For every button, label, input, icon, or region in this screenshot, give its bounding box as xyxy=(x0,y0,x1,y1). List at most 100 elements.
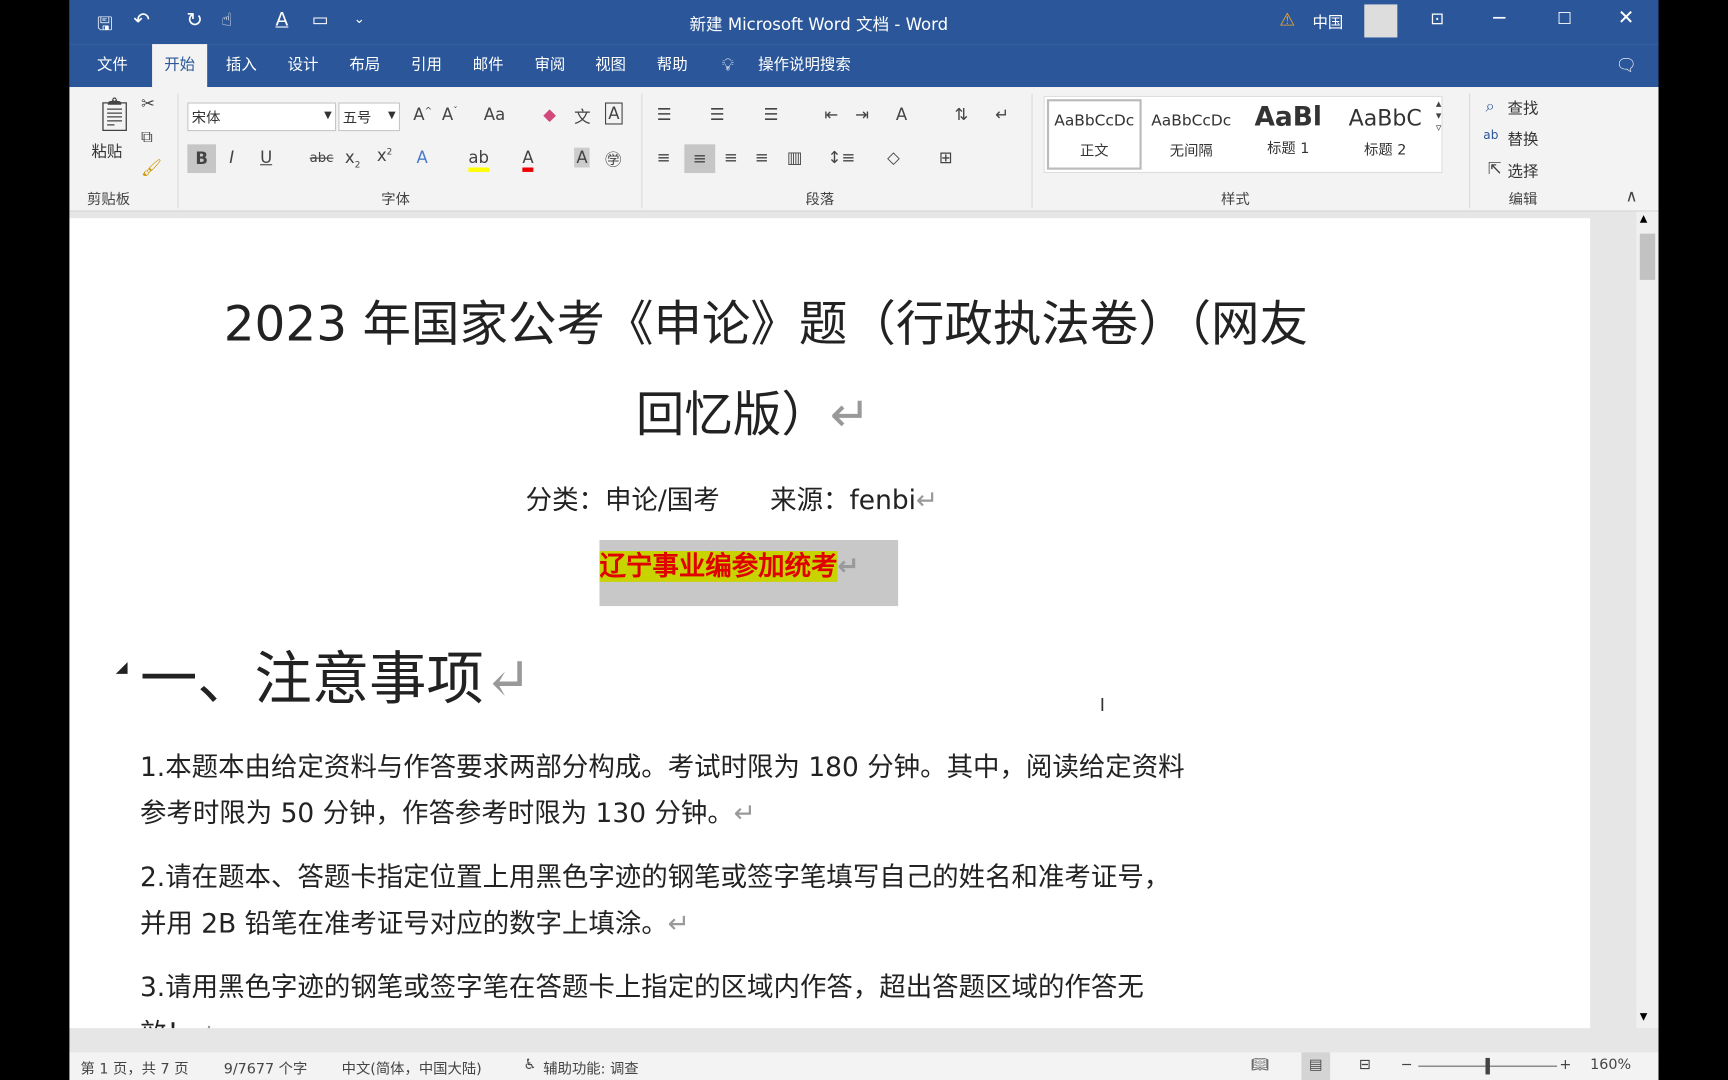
tab-review[interactable]: 审阅 xyxy=(522,44,577,87)
para-2-line-2: 并用 2B 铅笔在准考证号对应的数字上填涂。↵ xyxy=(140,901,690,940)
asian-layout-icon[interactable]: A xyxy=(896,105,907,125)
strikethrough-icon[interactable]: abc xyxy=(310,150,334,165)
shrink-font-icon[interactable]: Aˇ xyxy=(442,105,458,125)
tab-help[interactable]: 帮助 xyxy=(645,44,700,87)
tab-references[interactable]: 引用 xyxy=(399,44,454,87)
distributed-icon[interactable]: ▥ xyxy=(787,148,803,168)
language[interactable]: 中文(简体，中国大陆) xyxy=(342,1057,482,1078)
justify-icon[interactable]: ≡ xyxy=(755,148,769,168)
increase-indent-icon[interactable]: ⇥ xyxy=(855,105,869,125)
tab-home[interactable]: 开始 xyxy=(152,44,208,88)
align-right-icon[interactable]: ≡ xyxy=(724,148,738,168)
highlight-icon[interactable]: ab xyxy=(468,148,489,172)
tab-file[interactable]: 文件 xyxy=(85,44,140,87)
replace-button[interactable]: 替换 xyxy=(1508,128,1539,150)
replace-icon[interactable]: ab xyxy=(1483,128,1498,142)
sort-icon[interactable]: ⇅ xyxy=(954,105,968,125)
close-icon[interactable]: ✕ xyxy=(1618,7,1635,30)
show-marks-icon[interactable]: ↵ xyxy=(995,105,1009,125)
cut-icon[interactable]: ✂ xyxy=(141,94,155,114)
page[interactable]: 2023 年国家公考《申论》题（行政执法卷）（网友 回忆版）↵ 分类：申论/国考… xyxy=(69,218,1591,1029)
zoom-slider-thumb[interactable] xyxy=(1485,1057,1490,1075)
font-color-icon[interactable]: A xyxy=(522,148,534,172)
font-name-box[interactable]: 宋体 ▼ xyxy=(187,102,337,132)
select-icon[interactable]: ⇱ xyxy=(1488,159,1502,179)
multilevel-list-icon[interactable]: ☰ xyxy=(764,105,779,125)
superscript-icon[interactable]: x2 xyxy=(377,145,392,165)
font-size-box[interactable]: 五号 ▼ xyxy=(338,102,401,132)
read-mode-icon[interactable]: 📖︎ xyxy=(1251,1057,1269,1074)
word-count[interactable]: 9/7677 个字 xyxy=(224,1057,308,1078)
tab-layout[interactable]: 布局 xyxy=(337,44,392,87)
phonetic-guide-icon[interactable]: 文 xyxy=(574,105,591,128)
customize-icon[interactable]: ⌄ xyxy=(354,11,365,26)
group-paragraph-label: 段落 xyxy=(805,191,835,209)
style-normal[interactable]: AaBbCcDc 正文 xyxy=(1046,99,1142,170)
save-icon[interactable]: 🖫 xyxy=(97,10,113,42)
enclose-char-icon[interactable]: ㊫ xyxy=(605,148,622,171)
avatar[interactable] xyxy=(1364,4,1398,38)
warning-icon[interactable]: ⚠ xyxy=(1279,9,1295,30)
scroll-down-icon[interactable]: ▼ xyxy=(1640,1012,1648,1023)
style-heading-2[interactable]: AaBbC 标题 2 xyxy=(1338,99,1433,170)
find-button[interactable]: 查找 xyxy=(1508,97,1539,119)
paragraph-mark: ↵ xyxy=(483,646,532,713)
find-icon[interactable]: ⌕ xyxy=(1485,96,1494,116)
style-no-spacing[interactable]: AaBbCcDc 无间隔 xyxy=(1144,99,1239,170)
text-effects-icon[interactable]: A xyxy=(417,148,428,168)
tab-mailings[interactable]: 邮件 xyxy=(461,44,516,87)
clear-format-icon[interactable]: ◆ xyxy=(543,105,556,125)
minimize-icon[interactable]: − xyxy=(1491,7,1508,30)
scroll-thumb[interactable] xyxy=(1639,233,1656,280)
comments-icon[interactable]: 🗨︎ xyxy=(1616,55,1637,75)
bold-icon[interactable]: B xyxy=(187,144,216,174)
page-count[interactable]: 第 1 页，共 7 页 xyxy=(80,1057,188,1078)
select-button[interactable]: 选择 xyxy=(1508,160,1539,182)
document-area[interactable]: 2023 年国家公考《申论》题（行政执法卷）（网友 回忆版）↵ 分类：申论/国考… xyxy=(69,211,1637,1029)
comment-icon[interactable]: ▭ xyxy=(312,9,329,30)
zoom-out-icon[interactable]: − xyxy=(1401,1057,1413,1074)
lightbulb-icon: 💡︎ xyxy=(721,53,735,75)
touch-mode-icon[interactable]: ☝ xyxy=(222,9,233,30)
change-case-icon[interactable]: Aa xyxy=(484,105,505,125)
format-painter-icon[interactable]: 🖌︎ xyxy=(141,158,162,178)
accessibility-status[interactable]: 辅助功能: 调查 xyxy=(543,1057,638,1078)
redo-icon[interactable]: ↻ xyxy=(186,9,203,32)
zoom-in-icon[interactable]: + xyxy=(1559,1057,1571,1074)
char-border-icon[interactable]: A xyxy=(604,102,623,125)
bullets-icon[interactable]: ☰ xyxy=(657,105,672,125)
underline-icon[interactable]: U xyxy=(260,148,272,168)
font-color-icon[interactable]: A xyxy=(276,9,289,31)
decrease-indent-icon[interactable]: ⇤ xyxy=(824,105,838,125)
paste-icon[interactable]: 📋︎ xyxy=(94,96,136,135)
align-left-icon[interactable]: ≡ xyxy=(657,148,671,168)
grow-font-icon[interactable]: A^ xyxy=(413,105,432,125)
maximize-icon[interactable]: ☐ xyxy=(1557,9,1572,29)
print-layout-icon[interactable]: ▤ xyxy=(1301,1052,1331,1080)
collapse-heading-icon[interactable]: ◢ xyxy=(116,659,128,677)
zoom-level[interactable]: 160% xyxy=(1590,1057,1631,1074)
borders-icon[interactable]: ⊞ xyxy=(939,148,953,168)
scroll-up-icon[interactable]: ▲ xyxy=(1640,214,1648,225)
subscript-icon[interactable]: x2 xyxy=(345,148,360,170)
line-spacing-icon[interactable]: ↕≡ xyxy=(828,148,856,168)
paste-button[interactable]: 粘贴 xyxy=(91,140,122,162)
tab-insert[interactable]: 插入 xyxy=(214,44,269,87)
copy-icon[interactable]: ⧉ xyxy=(141,127,153,147)
tab-view[interactable]: 视图 xyxy=(583,44,638,87)
align-center-icon[interactable]: ≡ xyxy=(684,144,716,174)
tell-me-search[interactable]: 操作说明搜索 xyxy=(746,44,863,87)
vertical-scrollbar[interactable]: ▲ ▼ xyxy=(1636,211,1659,1029)
styles-more-icon[interactable]: ▴ ▾ ▿ xyxy=(1436,98,1442,134)
italic-icon[interactable]: I xyxy=(229,148,234,168)
undo-icon[interactable]: ↶ xyxy=(133,9,150,32)
style-heading-1[interactable]: AaBl 标题 1 xyxy=(1241,99,1336,170)
collapse-ribbon-icon[interactable]: ∧ xyxy=(1625,186,1637,206)
web-layout-icon[interactable]: ⊟ xyxy=(1359,1057,1371,1074)
tab-design[interactable]: 设计 xyxy=(276,44,331,87)
numbering-icon[interactable]: ☰ xyxy=(710,105,725,125)
shading-icon[interactable]: ◇ xyxy=(887,148,900,168)
ribbon-display-icon[interactable]: ⊡ xyxy=(1430,9,1444,29)
char-shading-icon[interactable]: A xyxy=(574,147,590,168)
account-name[interactable]: 中国 xyxy=(1312,11,1343,33)
